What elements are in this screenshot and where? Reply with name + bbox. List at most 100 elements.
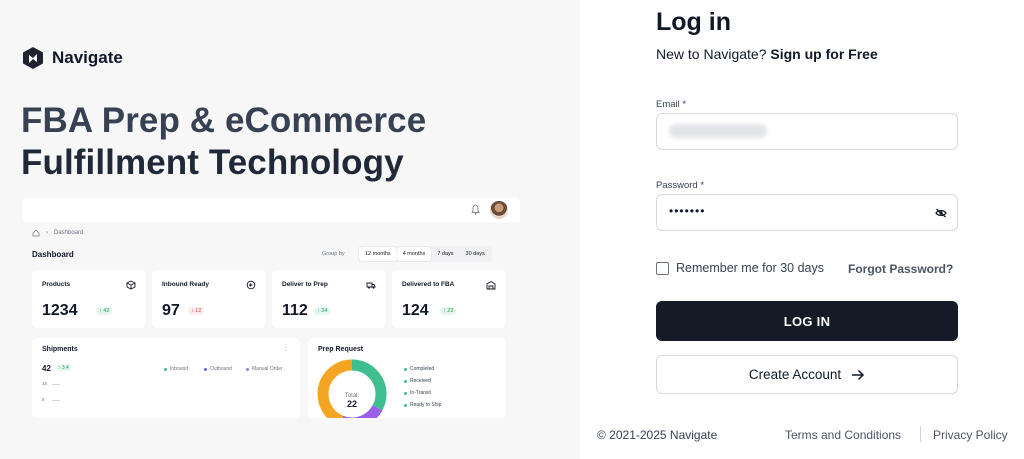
page-title: Log in [656,8,731,36]
legend-inbound: Inbound [164,366,188,372]
shipments-value: 42 [42,364,51,373]
login-panel: Log in New to Navigate? Sign up for Free… [580,0,1024,459]
gridline [52,384,60,385]
prep-request-title: Prep Request [318,346,364,353]
signup-link[interactable]: Sign up for Free [770,46,877,62]
avatar [490,201,508,219]
remember-me-label: Remember me for 30 days [676,261,824,275]
legend-dot [404,367,407,371]
email-field[interactable] [656,113,958,150]
hero-line-2: Fulfillment Technology [21,143,404,182]
period-selector: 12 months 4 months 7 days 30 days [358,246,492,262]
gridline [52,400,60,401]
legend-dot [404,391,407,395]
legend-dot [246,367,249,371]
period-7-days: 7 days [437,251,454,257]
legend-label: Ready to Ship [410,402,442,408]
stat-card-delivered-to-fba: Delivered to FBA 124 ↑ 23 [392,270,506,328]
legend-ready-to-ship: Ready to Ship [404,402,441,408]
privacy-link[interactable]: Privacy Policy [933,428,1008,442]
copyright: © 2021-2025 Navigate [597,428,718,442]
trend-badge: ↓ 12 [188,307,205,315]
create-account-label: Create Account [748,367,842,382]
donut-chart [317,359,387,418]
stat-card-inbound-ready: Inbound Ready 97 ↓ 12 [152,270,266,328]
brand-name: Navigate [52,48,123,67]
stat-card-title: Delivered to FBA [402,281,455,288]
email-value-redacted [669,124,767,138]
warehouse-icon [486,280,496,290]
axis-tick: 8 [42,397,45,402]
trend-badge: ↑ 42 [96,307,113,315]
stat-card-value: 124 [402,302,429,319]
password-value: ••••••• [669,204,706,218]
trend-badge: ↑ 23 [440,307,457,315]
hero-headline: FBA Prep & eCommerce Fulfillment Technol… [21,100,541,184]
navigate-logo-icon [23,47,43,69]
create-account-button[interactable]: Create Account [656,355,958,394]
dashboard-preview: › Dashboard Dashboard Group by 12 months… [22,198,520,428]
arrow-right-icon [852,369,865,380]
shipments-panel: Shipments ⋮ 42 ↑ 3.4 Inbound Outbound Ma… [32,338,300,418]
legend-received: Received [404,378,431,384]
hero-line-1: FBA Prep & eCommerce [21,101,427,140]
password-label: Password * [656,180,705,191]
preview-topbar [22,198,520,222]
period-12-months: 12 months [359,247,397,261]
trend-badge: ↑ 34 [314,307,331,315]
email-label: Email * [656,99,687,110]
prep-request-panel: Prep Request Total: 22 Completed Receive… [308,338,506,418]
eye-slash-icon[interactable] [935,208,947,218]
kebab-menu-icon: ⋮ [282,343,290,352]
signup-prompt-text: New to Navigate? [656,46,767,62]
group-by-label: Group by [322,251,345,257]
trend-badge: ↑ 3.4 [56,365,71,371]
remember-me: Remember me for 30 days [656,261,824,275]
legend-label: Received [410,378,431,384]
signup-prompt: New to Navigate? Sign up for Free [656,46,878,62]
legend-dot [164,367,167,371]
stat-card-value: 97 [162,302,180,319]
forgot-password-link[interactable]: Forgot Password? [848,262,953,276]
stat-card-title: Inbound Ready [162,281,209,288]
legend-completed: Completed [404,366,434,372]
legend-outbound: Outbound [204,366,232,372]
terms-link[interactable]: Terms and Conditions [785,428,901,442]
legend-dot [404,403,407,407]
legend-label: Completed [410,366,435,372]
stat-card-deliver-to-prep: Deliver to Prep 112 ↑ 34 [272,270,386,328]
breadcrumb-separator: › [46,230,48,236]
stat-card-value: 112 [282,302,308,319]
legend-manual-order: Manual Order [246,366,283,372]
truck-icon [366,282,376,289]
marketing-panel: Navigate FBA Prep & eCommerce Fulfillmen… [0,0,580,459]
legend-in-transit: In-Transit [404,390,431,396]
donut-total: Total: 22 [316,393,388,409]
legend-label: In-Transit [410,390,431,396]
home-icon [32,229,40,237]
donut-total-value: 22 [346,399,357,409]
axis-tick: 15 [42,381,48,386]
legend-label: Inbound [170,366,189,372]
stat-card-title: Deliver to Prep [282,281,328,288]
brand-logo: Navigate [22,46,123,70]
login-button[interactable]: LOG IN [656,301,958,341]
shipments-title: Shipments [42,346,78,353]
stat-card-title: Products [42,281,71,288]
bell-icon [471,204,480,215]
breadcrumb: › Dashboard [32,229,83,237]
footer-divider [920,426,921,442]
legend-label: Outbound [210,366,232,372]
stat-card-products: Products 1234 ↑ 42 [32,270,146,328]
period-30-days: 30 days [465,251,485,257]
password-field[interactable]: ••••••• [656,194,958,231]
breadcrumb-item: Dashboard [54,230,84,236]
cube-icon [126,280,136,290]
legend-dot [404,379,407,383]
legend-dot [204,367,207,371]
dashboard-title: Dashboard [32,250,74,259]
inbound-icon [246,280,256,290]
legend-label: Manual Order [252,366,283,372]
period-4-months: 4 months [396,247,432,261]
remember-me-checkbox[interactable] [656,261,669,275]
